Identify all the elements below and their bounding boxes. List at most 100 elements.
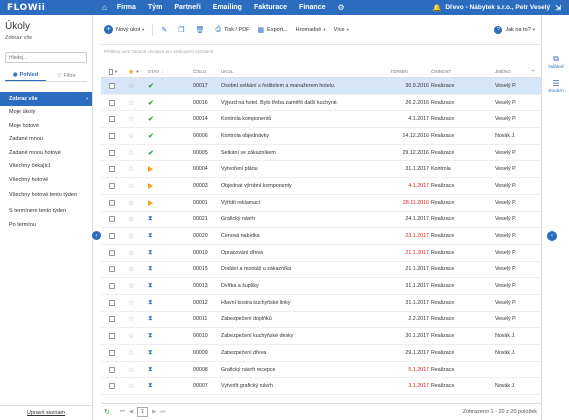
print-button[interactable]: ⎙ Tisk / PDF: [215, 26, 249, 34]
view-item-moje-ukoly[interactable]: Moje úkoly: [0, 106, 92, 120]
star-column-header[interactable]: ★ ▾: [128, 66, 139, 77]
star-toggle[interactable]: ☆: [128, 195, 138, 211]
table-row[interactable]: ☆ ✔ 00016 Výjezd na hotel. Bylo třeba zaměř…: [101, 95, 541, 112]
row-checkbox[interactable]: [109, 95, 117, 111]
nav-item-emailing[interactable]: Emailing: [213, 4, 242, 11]
export-button[interactable]: ▦ Export...: [258, 26, 288, 34]
star-toggle[interactable]: ☆: [128, 262, 138, 278]
view-item-vsechny-hotove-tyden[interactable]: Všechny hotové tento týden: [0, 187, 92, 205]
table-row[interactable]: ☆ ⧗ 00010 Zabezpečení kuchyňské desky 30.1.2…: [101, 328, 541, 345]
table-row[interactable]: ☆ ⧗ 00019 Opracování dřeva 21.1.2017 Realizac…: [101, 245, 541, 262]
row-checkbox[interactable]: [109, 278, 117, 294]
star-toggle[interactable]: ☆: [128, 128, 138, 144]
row-checkbox[interactable]: [109, 362, 117, 378]
app-logo[interactable]: FLOWii: [7, 3, 102, 13]
star-toggle[interactable]: ☆: [128, 212, 138, 228]
bell-icon[interactable]: 🔔: [433, 4, 442, 12]
expand-right-panel-button[interactable]: ‹: [547, 231, 557, 241]
table-row[interactable]: ☆ ⧗ 00012 Hlavní kostra kuchyňské linky 31.1…: [101, 295, 541, 312]
star-toggle[interactable]: ☆: [128, 161, 138, 177]
view-item-moje-hotove[interactable]: Moje hotové: [0, 119, 92, 133]
view-item-po-terminu[interactable]: Po termínu: [0, 218, 92, 232]
view-item-s-terminem-tyden[interactable]: S termínem tento týden: [0, 205, 92, 219]
star-toggle[interactable]: ☆: [128, 328, 138, 344]
preview-button[interactable]: ⧉ Náhled: [542, 50, 569, 74]
row-checkbox[interactable]: [109, 111, 117, 127]
star-toggle[interactable]: ☆: [128, 111, 138, 127]
row-checkbox[interactable]: [109, 228, 117, 244]
nav-item-finance[interactable]: Finance: [299, 4, 325, 11]
view-item-zadane-mnou[interactable]: Zadané mnou: [0, 133, 92, 147]
table-row[interactable]: ☆ ⧗ 00008 Grafický návrh recepce 5.1.2017 Rea…: [101, 362, 541, 379]
nav-item-firma[interactable]: Firma: [117, 4, 136, 11]
summary-button[interactable]: ☰ Souhrn: [542, 74, 569, 98]
edit-list-link[interactable]: Upravit seznam: [0, 405, 92, 420]
next-page-icon[interactable]: ▶: [152, 409, 156, 415]
edit-button[interactable]: ✎: [161, 26, 170, 34]
star-toggle[interactable]: ☆: [128, 345, 138, 361]
star-toggle[interactable]: ☆: [128, 362, 138, 378]
row-checkbox[interactable]: [109, 345, 117, 361]
row-checkbox[interactable]: [109, 195, 117, 211]
row-checkbox[interactable]: [109, 78, 117, 94]
table-row[interactable]: ☆ ⧗ 00020 Cenová nabídka 23.1.2017 Realizace V…: [101, 228, 541, 245]
star-toggle[interactable]: ☆: [128, 95, 138, 111]
star-toggle[interactable]: ☆: [128, 312, 138, 328]
table-row[interactable]: ☆ ⧗ 00013 Dvířka a šuplíky 31.1.2017 Realizac…: [101, 278, 541, 295]
table-row[interactable]: ☆ ✔ 00017 Osobní setkání s ředitelem a mana…: [101, 78, 541, 95]
row-checkbox[interactable]: [109, 128, 117, 144]
row-checkbox[interactable]: [109, 212, 117, 228]
table-row[interactable]: ☆ ⧗ 00015 Dodání a montáž u zákazníka 21.1.2…: [101, 262, 541, 279]
current-page[interactable]: 1: [137, 407, 149, 417]
table-row[interactable]: ☆ ✔ 00014 Kontrola komponentů 4.1.2017 Realiz…: [101, 111, 541, 129]
star-toggle[interactable]: ☆: [128, 295, 138, 311]
view-item-zobraz-vse[interactable]: Zobraz vše ›: [0, 92, 92, 106]
row-checkbox[interactable]: [109, 312, 117, 328]
tab-view[interactable]: ◉ Pohled: [5, 70, 46, 81]
star-toggle[interactable]: ☆: [128, 78, 138, 94]
view-item-zadane-mnou-hotove[interactable]: Zadané mnou hotové: [0, 146, 92, 160]
row-checkbox[interactable]: [109, 161, 117, 177]
column-header-activity[interactable]: ČINNOST: [431, 66, 491, 77]
refresh-icon[interactable]: ↻: [104, 408, 110, 416]
star-toggle[interactable]: ☆: [128, 178, 138, 194]
more-menu-button[interactable]: Více ▾: [334, 27, 349, 33]
tab-filter[interactable]: ▽ Filtre: [46, 70, 87, 81]
last-page-icon[interactable]: ⏭: [160, 409, 165, 416]
select-all-checkbox[interactable]: ▾: [109, 66, 117, 77]
column-header-name[interactable]: JMÉNO: [495, 66, 535, 77]
row-checkbox[interactable]: [109, 262, 117, 278]
view-item-vsechny-hotove[interactable]: Všechny hotové: [0, 173, 92, 187]
collapse-sidebar-button[interactable]: ‹: [92, 231, 101, 240]
search-input[interactable]: [5, 52, 87, 63]
group-by-hint[interactable]: Přefiltruj sem zadané zkoupce pro seskup…: [101, 46, 541, 56]
new-task-button[interactable]: + Nový úkol ▾: [101, 25, 144, 34]
company-user-label[interactable]: Dřevo - Nábytek s.r.o., Petr Veselý: [445, 4, 550, 11]
first-page-icon[interactable]: ⏮: [120, 409, 125, 416]
table-row[interactable]: ☆ ✔ 00006 Kontrola objednávky 14.12.2016 Real…: [101, 128, 541, 145]
table-row[interactable]: ☆ ✔ 00005 Setkání se zákazníkem 29.12.2016 Re…: [101, 145, 541, 162]
table-row[interactable]: ☆ ⧗ 00021 Grafický návrh 24.1.2017 Realizace V…: [101, 212, 541, 229]
column-header-deadline[interactable]: TERMÍN: [369, 66, 429, 77]
prev-page-icon[interactable]: ◀: [129, 409, 133, 415]
star-toggle[interactable]: ☆: [128, 378, 138, 394]
table-row[interactable]: ☆ ⧗ 00007 Vytvořit grafický návrh 3.1.2017 Re…: [101, 378, 541, 396]
table-row[interactable]: ☆ ⧗ 00011 Zabezpečení doplňků 2.2.2017 Realiz…: [101, 312, 541, 329]
star-toggle[interactable]: ☆: [128, 245, 138, 261]
star-toggle[interactable]: ☆: [128, 228, 138, 244]
nav-item-partneri[interactable]: Partneři: [174, 4, 200, 11]
table-row[interactable]: ☆ 00001 Vyřídit reklamaci 28.11.2016 Realiza…: [101, 195, 541, 212]
column-header-status[interactable]: STAV ↓: [148, 66, 168, 77]
delete-button[interactable]: 🗑: [196, 26, 208, 34]
copy-button[interactable]: ❐: [178, 26, 187, 34]
help-button[interactable]: ? Jak na to? ▾: [494, 25, 535, 34]
nav-item-tym[interactable]: Tým: [148, 4, 162, 11]
star-toggle[interactable]: ☆: [128, 278, 138, 294]
nav-item-fakturace[interactable]: Fakturace: [254, 4, 287, 11]
row-checkbox[interactable]: [109, 295, 117, 311]
add-column-icon[interactable]: +: [531, 66, 539, 77]
home-icon[interactable]: ⌂: [102, 3, 107, 12]
bulk-menu-button[interactable]: Hromadně ▾: [296, 27, 326, 33]
row-checkbox[interactable]: [109, 145, 117, 161]
table-row[interactable]: ☆ ⧗ 00009 Zabezpečení dřeva 29.1.2017 Realiza…: [101, 345, 541, 362]
